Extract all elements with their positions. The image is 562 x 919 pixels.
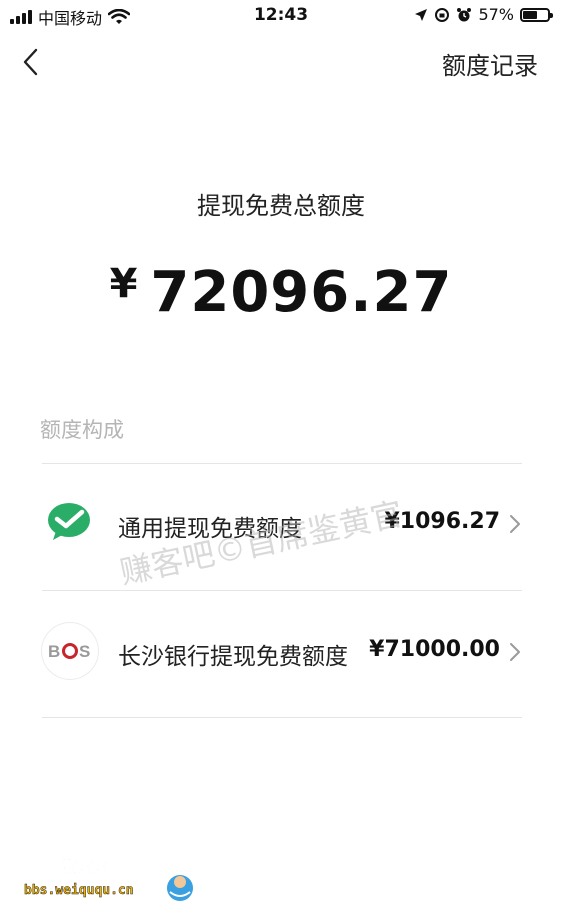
watermark-logo-text: 微趣趣 bbox=[59, 857, 109, 876]
chevron-right-icon bbox=[510, 515, 520, 533]
battery-icon bbox=[520, 7, 553, 22]
status-right: 57% bbox=[414, 5, 553, 24]
divider bbox=[42, 717, 522, 718]
total-quota-amount: ¥72096.27 bbox=[0, 260, 562, 325]
battery-percent: 57% bbox=[478, 5, 514, 24]
nav-bar: 额度记录 bbox=[0, 38, 562, 86]
watermark-url-text: bbs.weiququ.cn bbox=[24, 883, 134, 898]
chevron-right-icon bbox=[510, 643, 520, 661]
alarm-icon bbox=[457, 7, 472, 21]
amount-value: 72096.27 bbox=[150, 260, 453, 325]
wechat-pay-icon bbox=[42, 495, 98, 551]
composition-section-title: 额度构成 bbox=[40, 418, 124, 442]
svg-text:S: S bbox=[79, 642, 90, 661]
quota-record-link[interactable]: 额度记录 bbox=[442, 46, 538, 81]
row-amount: ¥71000.00 bbox=[369, 637, 500, 662]
back-button[interactable] bbox=[16, 46, 48, 78]
currency-symbol: ¥ bbox=[109, 261, 139, 307]
battery-fill bbox=[523, 10, 537, 19]
status-bar: 中国移动 12:43 57% bbox=[0, 0, 562, 34]
chevron-left-icon bbox=[23, 48, 38, 76]
list-item-bank-quota[interactable]: B S 长沙银行提现免费额度 ¥71000.00 bbox=[42, 591, 522, 717]
bank-of-changsha-icon: B S bbox=[42, 623, 98, 679]
row-label: 长沙银行提现免费额度 bbox=[118, 644, 348, 670]
total-quota-title: 提现免费总额度 bbox=[197, 192, 365, 220]
location-arrow-icon bbox=[415, 8, 428, 21]
svg-text:B: B bbox=[48, 642, 60, 661]
orientation-lock-icon bbox=[435, 7, 450, 22]
site-watermark-logo: 微趣趣 bbs.weiququ.cn bbox=[24, 857, 193, 901]
